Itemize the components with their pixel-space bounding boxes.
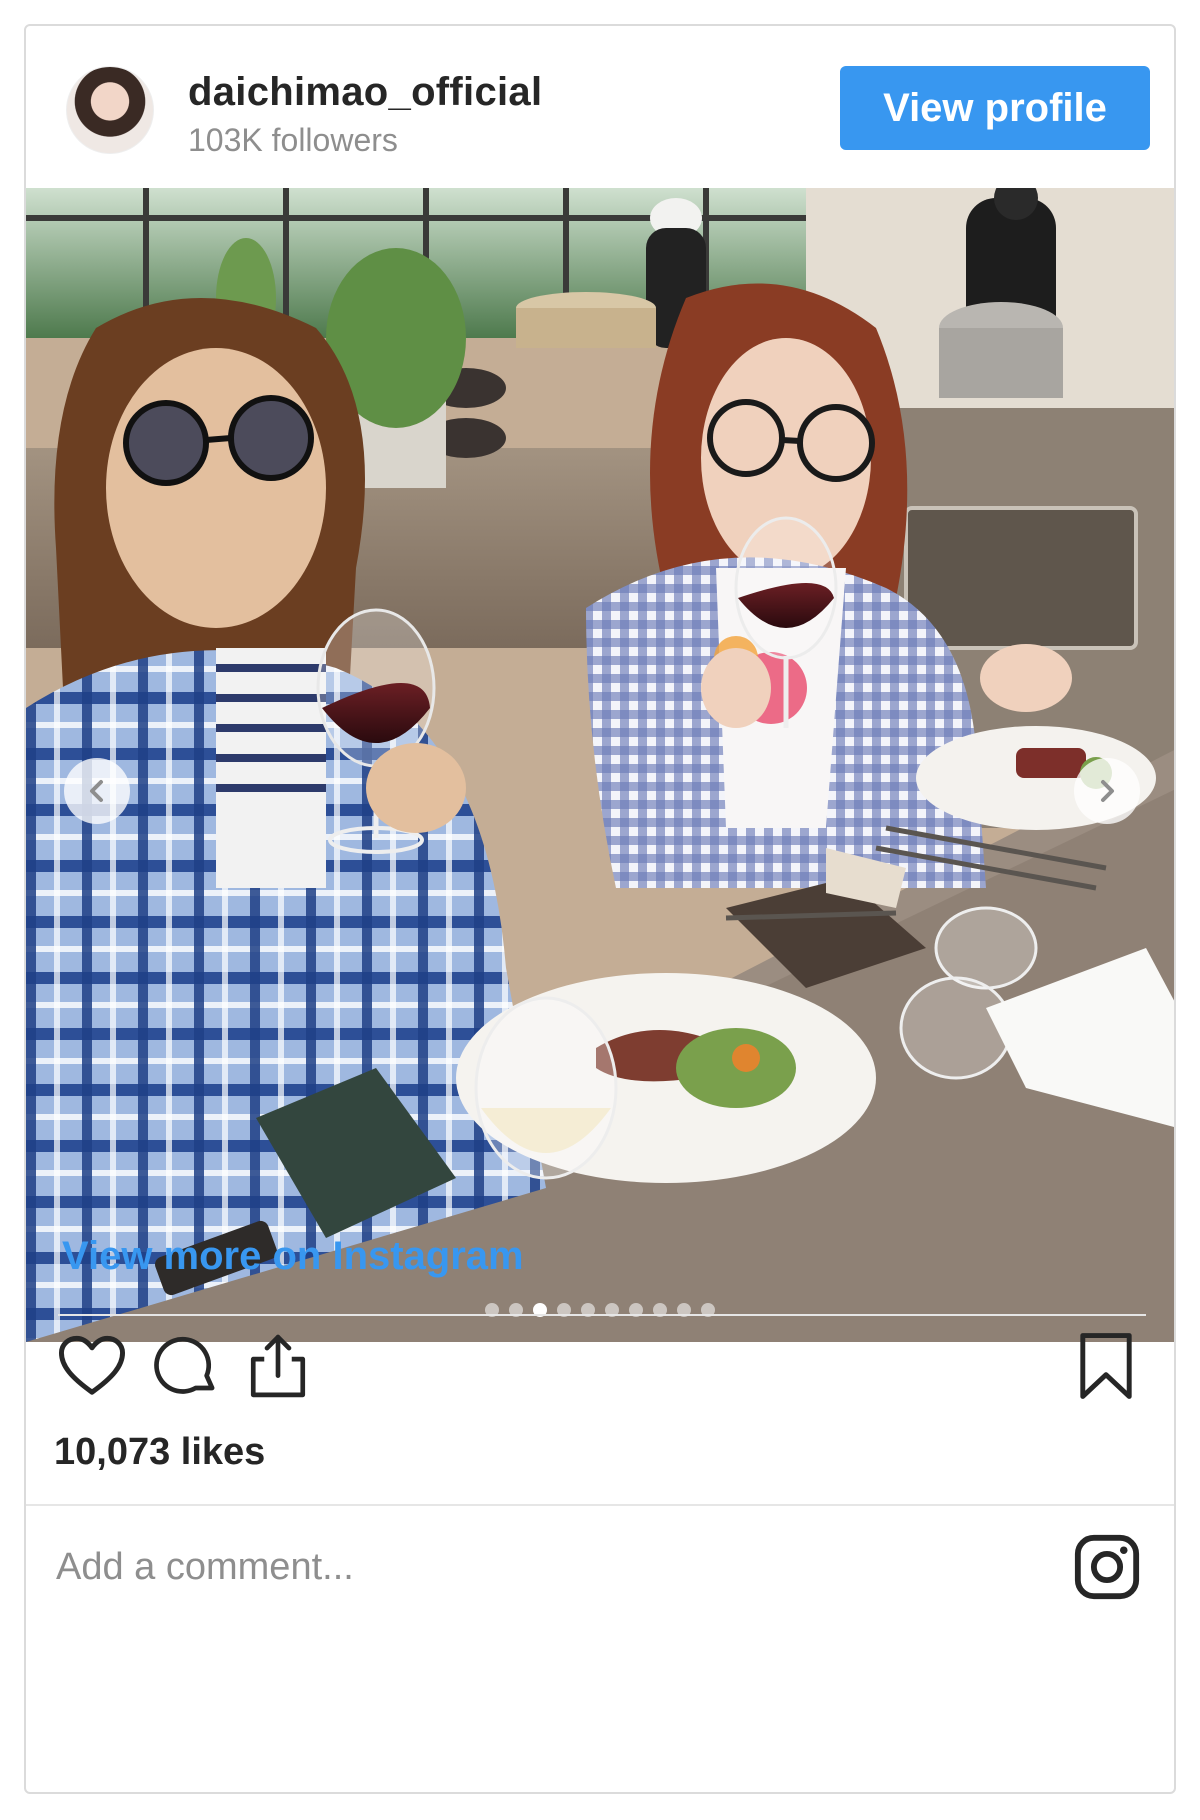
heart-icon <box>58 1335 126 1395</box>
comment-input[interactable] <box>54 1526 1018 1608</box>
view-profile-button[interactable]: View profile <box>840 66 1150 150</box>
post-photo[interactable] <box>26 188 1174 1342</box>
like-count[interactable]: 10,073 likes <box>54 1431 265 1474</box>
like-button[interactable] <box>52 1326 132 1406</box>
view-more-link[interactable]: View more on Instagram <box>62 1234 524 1279</box>
comment-icon <box>154 1336 215 1394</box>
divider <box>26 1504 1174 1506</box>
instagram-logo-link[interactable] <box>1072 1532 1142 1602</box>
username[interactable]: daichimao_official <box>188 70 542 115</box>
carousel-prev-button[interactable] <box>64 758 130 824</box>
photo-illustration <box>26 188 1174 1342</box>
instagram-icon <box>1074 1534 1140 1600</box>
action-bar <box>26 1326 1174 1426</box>
share-button[interactable] <box>238 1326 318 1406</box>
comment-button[interactable] <box>146 1326 226 1406</box>
avatar[interactable] <box>66 66 154 154</box>
divider <box>58 1314 1146 1316</box>
post-header: daichimao_official 103K followers View p… <box>26 26 1174 188</box>
follower-count: 103K followers <box>188 122 398 158</box>
bookmark-icon <box>1080 1333 1132 1399</box>
share-icon <box>250 1334 306 1398</box>
chevron-left-icon <box>90 780 103 802</box>
instagram-embed-card: daichimao_official 103K followers View p… <box>24 24 1176 1794</box>
carousel-next-button[interactable] <box>1074 758 1140 824</box>
save-button[interactable] <box>1066 1326 1146 1406</box>
chevron-right-icon <box>1101 780 1114 802</box>
